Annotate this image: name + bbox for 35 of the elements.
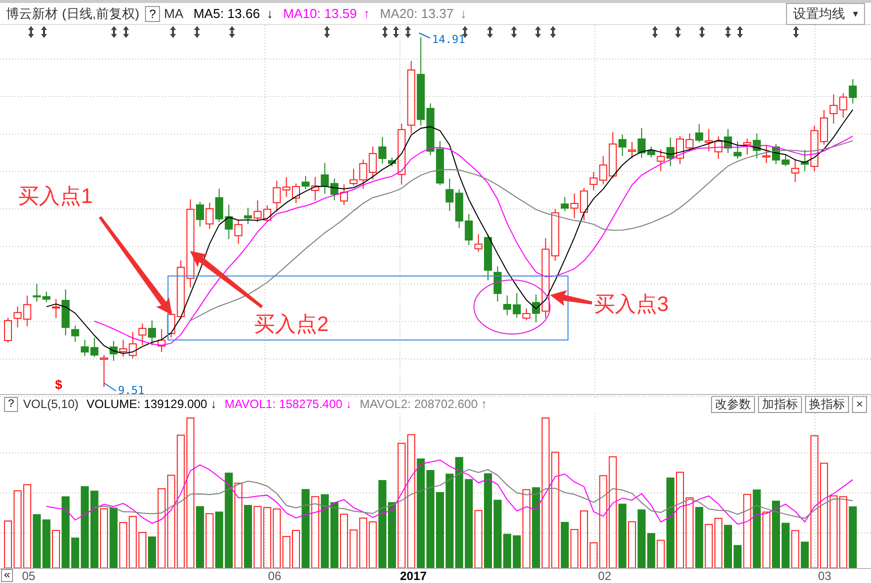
- stock-title: 博云新材: [6, 4, 58, 22]
- signal-mark: $: [55, 377, 62, 392]
- ma-value: MA10: 13.59 ↑: [283, 6, 370, 21]
- date-label: 2017: [400, 569, 427, 583]
- volume-value: MAVOL2: 208702.600 ↑: [360, 397, 487, 412]
- date-label: 06: [268, 569, 282, 583]
- volume-value: VOLUME: 139129.000 ↓: [86, 397, 217, 412]
- buy-point-annotation: 买入点1: [18, 185, 93, 209]
- scroll-back-button[interactable]: «: [1, 569, 14, 582]
- date-label: 03: [818, 569, 832, 583]
- trend-arrow-icon: ↑: [480, 397, 487, 412]
- buy-point-annotation: 买入点3: [594, 293, 669, 317]
- indicator-button[interactable]: 换指标: [804, 396, 849, 413]
- low-price-label: 9.51: [118, 384, 144, 397]
- help-button[interactable]: ?: [145, 6, 160, 22]
- trend-arrow-icon: ↓: [346, 397, 352, 412]
- help-button[interactable]: ?: [4, 396, 18, 412]
- date-label: 05: [22, 569, 36, 583]
- high-price-label: 14.91: [432, 33, 466, 46]
- date-label: 02: [598, 569, 612, 583]
- chart-mode-label: (日线,前复权): [62, 4, 140, 22]
- indicator-button[interactable]: 加指标: [758, 396, 802, 413]
- ma-value: MA20: 13.37 ↓: [380, 6, 467, 21]
- trend-arrow-icon: ↓: [266, 6, 274, 21]
- close-button[interactable]: ×: [852, 396, 867, 413]
- volume-value: MAVOL1: 158275.400 ↓: [224, 397, 352, 412]
- indicator-button[interactable]: 改参数: [710, 396, 755, 413]
- trend-arrow-icon: ↓: [460, 6, 467, 21]
- trend-arrow-icon: ↓: [210, 397, 217, 412]
- ma-value: MA5: 13.66 ↓: [193, 6, 274, 21]
- indicator-label: MA: [164, 6, 184, 21]
- ma-settings-dropdown[interactable]: 设置均线 ▾: [786, 2, 865, 24]
- indicator-label: VOL(5,10): [23, 397, 78, 412]
- buy-point-annotation: 买入点2: [254, 313, 329, 337]
- trend-arrow-icon: ↑: [363, 6, 370, 21]
